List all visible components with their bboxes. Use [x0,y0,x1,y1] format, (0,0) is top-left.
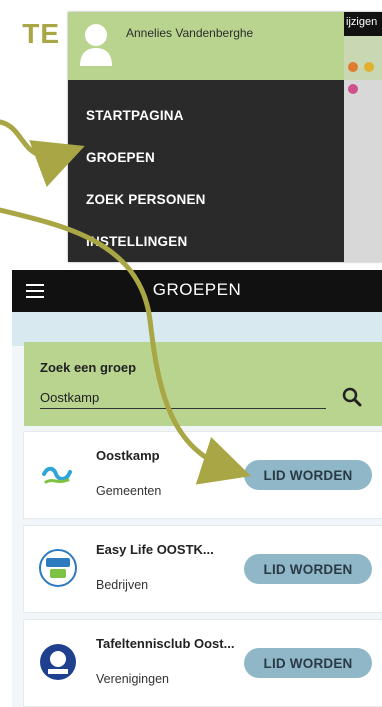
group-category: Bedrijven [96,578,149,592]
background-band [344,36,382,80]
join-button[interactable]: LID WORDEN [244,460,372,490]
group-category: Gemeenten [96,484,162,498]
search-panel: Zoek een groep Oostkamp [24,342,382,426]
avatar-icon [80,24,112,66]
group-name: Oostkamp [96,448,160,463]
menu-screenshot: ijzigen Annelies Vandenberghe STARTPAGIN… [68,12,382,262]
group-card: Oostkamp Gemeenten LID WORDEN [24,432,382,518]
header-band [12,312,382,346]
page-title: GROEPEN [152,280,242,299]
nav-item-groepen[interactable]: GROEPEN [86,150,155,165]
search-icon[interactable] [342,387,362,407]
nav-drawer: Annelies Vandenberghe STARTPAGINA GROEPE… [68,12,344,262]
app-topbar: GROEPEN [12,270,382,312]
nav-item-zoek-personen[interactable]: ZOEK PERSONEN [86,192,206,207]
nav-item-instellingen[interactable]: INSTELLINGEN [86,234,187,249]
search-input[interactable]: Oostkamp [40,390,326,409]
join-button[interactable]: LID WORDEN [244,648,372,678]
background-topbar-text: ijzigen [346,16,378,28]
group-card: Easy Life OOSTK... Bedrijven LID WORDEN [24,526,382,612]
drawer-header: Annelies Vandenberghe [68,12,344,80]
background-dot [348,62,358,72]
nav-item-startpagina[interactable]: STARTPAGINA [86,108,184,123]
background-dot [348,84,358,94]
arrow-to-groepen-icon [0,119,85,187]
group-card: Tafeltennisclub Oost... Verenigingen LID… [24,620,382,706]
search-label: Zoek een groep [40,360,137,375]
join-button[interactable]: LID WORDEN [244,554,372,584]
group-category: Verenigingen [96,672,169,686]
user-name: Annelies Vandenberghe [126,26,254,40]
groups-screenshot: GROEPEN Zoek een groep Oostkamp Oostkamp… [12,270,382,707]
background-dot [364,62,374,72]
group-name: Easy Life OOSTK... [96,542,214,557]
page-title-fragment: TE [22,18,60,49]
tafeltennis-logo-icon [40,644,76,680]
group-name: Tafeltennisclub Oost... [96,636,235,651]
oostkamp-logo-icon [42,466,72,484]
easy-life-logo-icon [39,549,77,587]
